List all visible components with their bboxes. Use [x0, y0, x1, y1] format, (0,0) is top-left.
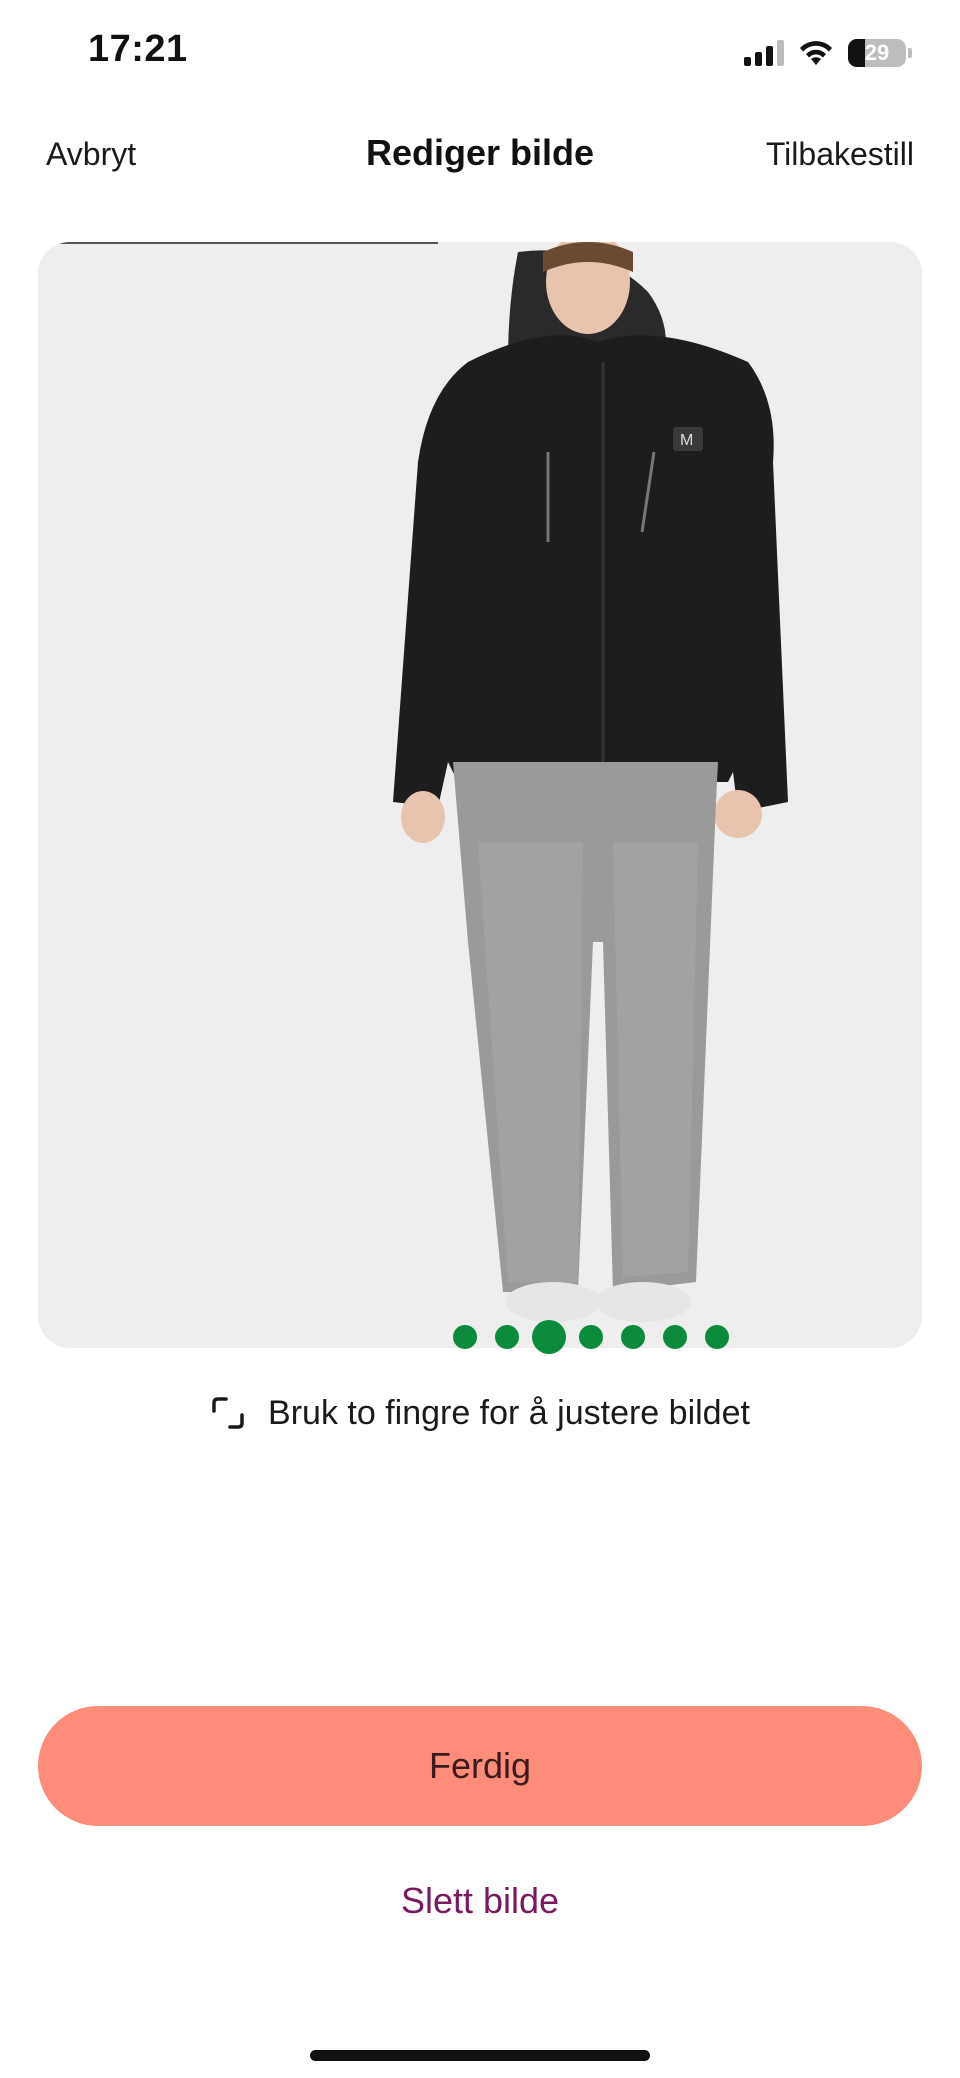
- home-indicator: [310, 2050, 650, 2061]
- delete-image-button[interactable]: Slett bilde: [0, 1880, 960, 1922]
- hint-text: Bruk to fingre for å justere bildet: [268, 1393, 750, 1432]
- status-icons: 29: [744, 36, 912, 70]
- cellular-signal-icon: [744, 40, 784, 66]
- status-time: 17:21: [88, 28, 188, 70]
- pagination-dot[interactable]: [705, 1325, 729, 1349]
- svg-text:M: M: [680, 432, 693, 449]
- photo-editor-canvas[interactable]: M: [38, 242, 922, 1348]
- product-photo: M: [60, 242, 788, 1322]
- done-button[interactable]: Ferdig: [38, 1706, 922, 1826]
- wifi-icon: [800, 41, 832, 65]
- reset-button[interactable]: Tilbakestill: [766, 136, 914, 173]
- pagination-dot[interactable]: [663, 1325, 687, 1349]
- pagination-dot[interactable]: [579, 1325, 603, 1349]
- status-bar: 17:21 29: [0, 0, 960, 100]
- battery-level: 29: [864, 40, 890, 65]
- adjust-hint: Bruk to fingre for å justere bildet: [0, 1388, 960, 1438]
- pagination-dot[interactable]: [495, 1325, 519, 1349]
- battery-nub: [908, 48, 912, 58]
- pagination-dot[interactable]: [621, 1325, 645, 1349]
- pagination-dot[interactable]: [532, 1320, 566, 1354]
- resize-corners-icon: [212, 1397, 244, 1429]
- battery-icon: 29: [848, 39, 906, 67]
- image-pagination: [0, 1317, 960, 1357]
- pagination-dot[interactable]: [453, 1325, 477, 1349]
- navigation-bar: Avbryt Rediger bilde Tilbakestill: [0, 120, 960, 190]
